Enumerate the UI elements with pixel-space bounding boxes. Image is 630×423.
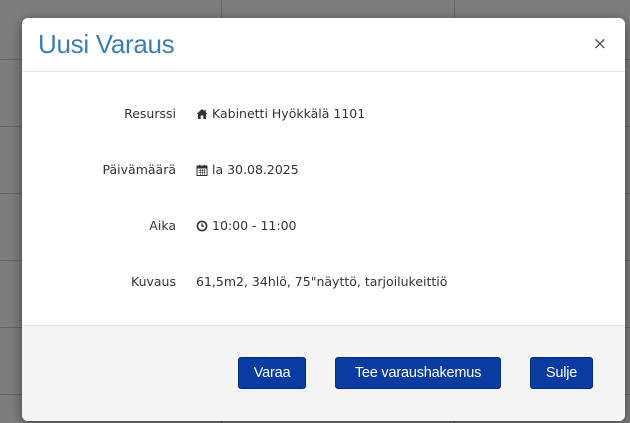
time-value: 10:00 - 11:00 xyxy=(212,218,297,233)
description-value: 61,5m2, 34hlö, 75"näyttö, tarjoilukeitti… xyxy=(196,274,448,289)
dialog-header: Uusi Varaus × xyxy=(22,18,625,72)
resource-value: Kabinetti Hyökkälä 1101 xyxy=(212,106,366,121)
close-button[interactable]: Sulje xyxy=(530,357,593,389)
description-label: Kuvaus xyxy=(131,274,176,289)
dialog-footer: Varaa Tee varaushakemus Sulje xyxy=(22,325,625,421)
date-value: la 30.08.2025 xyxy=(212,162,299,177)
home-icon xyxy=(196,108,208,119)
resource-row: Resurssi Kabinetti Hyökkälä 1101 xyxy=(22,106,625,126)
reservation-dialog: Uusi Varaus × Resurssi Kabinetti Hyökkäl… xyxy=(22,18,625,421)
time-row: Aika 10:00 - 11:00 xyxy=(22,218,625,238)
clock-icon xyxy=(196,220,208,231)
resource-value-wrap: Kabinetti Hyökkälä 1101 xyxy=(196,106,365,121)
dialog-body: Resurssi Kabinetti Hyökkälä 1101 Päivämä… xyxy=(22,72,625,326)
description-row: Kuvaus 61,5m2, 34hlö, 75"näyttö, tarjoil… xyxy=(22,274,625,294)
time-value-wrap: 10:00 - 11:00 xyxy=(196,218,297,233)
date-label: Päivämäärä xyxy=(102,162,176,177)
date-row: Päivämäärä la 30.08.2025 xyxy=(22,162,625,182)
dialog-title: Uusi Varaus xyxy=(38,29,175,59)
close-icon[interactable]: × xyxy=(593,36,607,53)
reserve-button[interactable]: Varaa xyxy=(238,357,306,389)
time-label: Aika xyxy=(149,218,176,233)
calendar-icon xyxy=(196,164,208,176)
date-value-wrap: la 30.08.2025 xyxy=(196,162,299,177)
application-button[interactable]: Tee varaushakemus xyxy=(335,357,501,389)
resource-label: Resurssi xyxy=(124,106,176,121)
